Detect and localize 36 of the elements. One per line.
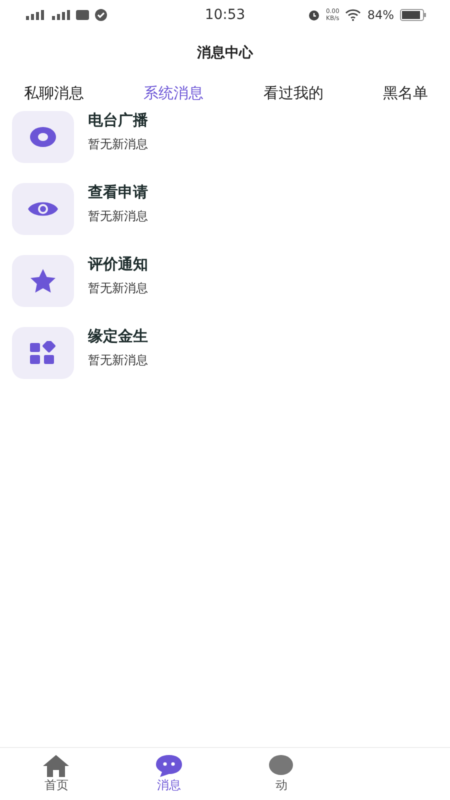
icon-tile[interactable] [12, 255, 74, 307]
message-subtitle: 暂无新消息 [88, 352, 148, 369]
home-icon [43, 754, 70, 776]
apps-icon [30, 341, 56, 365]
clock-time: 10:53 [204, 7, 246, 23]
nav-item[interactable]: 消息 [112, 748, 225, 800]
tab[interactable]: 系统消息 [144, 80, 204, 107]
tab[interactable]: 看过我的 [263, 80, 324, 107]
alarm-icon [308, 9, 320, 21]
tab[interactable]: 私聊消息 [24, 80, 84, 107]
message-title: 电台广播 [88, 111, 148, 130]
battery-icon [400, 9, 426, 21]
page-title: 消息中心 [196, 44, 254, 63]
eye-icon [28, 200, 58, 218]
tab[interactable]: 黑名单 [382, 80, 428, 107]
nav-item[interactable]: 动 [225, 748, 338, 800]
chat-icon [156, 754, 182, 776]
signal-icon [24, 10, 44, 20]
signal-icon [50, 10, 70, 20]
message-title: 缘定金生 [88, 327, 148, 346]
message-title: 查看申请 [88, 183, 148, 202]
battery-percent: 84% [367, 8, 394, 22]
bubble-icon [268, 754, 294, 776]
message-subtitle: 暂无新消息 [88, 280, 148, 297]
icon-tile[interactable] [12, 183, 74, 235]
icon-tile[interactable] [12, 327, 74, 379]
nav-item[interactable]: 首页 [0, 748, 112, 800]
message-subtitle: 暂无新消息 [88, 136, 148, 153]
message-title: 评价通知 [88, 255, 148, 274]
star-icon [30, 269, 56, 293]
app-icon [76, 10, 89, 20]
icon-tile[interactable] [12, 111, 74, 163]
disc-icon [30, 127, 56, 147]
message-subtitle: 暂无新消息 [88, 208, 148, 225]
check-icon [95, 9, 107, 21]
wifi-icon [345, 9, 362, 21]
